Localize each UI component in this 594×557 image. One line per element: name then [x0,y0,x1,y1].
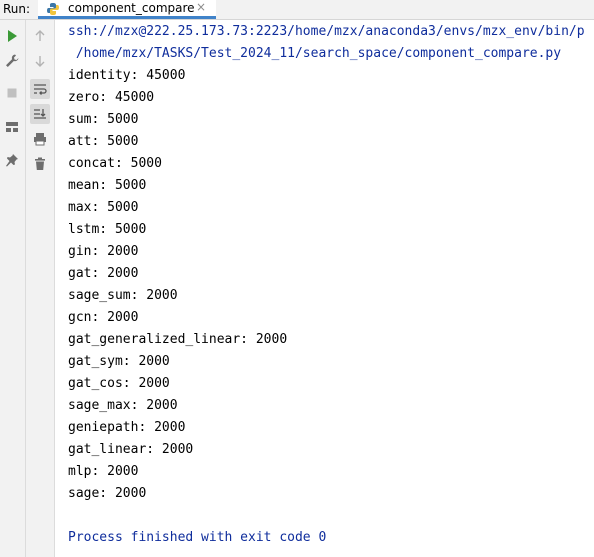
output-line: geniepath: 2000 [68,420,186,435]
up-arrow-icon[interactable] [30,26,50,46]
output-line: gat: 2000 [68,266,139,281]
run-toolbar-secondary [26,20,55,557]
output-line: max: 5000 [68,200,139,215]
close-icon[interactable]: × [196,0,206,14]
process-finished-message: Process finished with exit code 0 [68,530,327,545]
output-line: sum: 5000 [68,112,139,127]
output-line: gin: 2000 [68,244,139,259]
output-line: sage: 2000 [68,486,147,501]
command-line[interactable]: ssh://mzx@222.25.173.73:2223/home/mzx/an… [68,21,585,43]
run-tab-component-compare[interactable]: component_compare × [38,0,216,19]
output-line: gat_sym: 2000 [68,354,170,369]
output-line: zero: 45000 [68,90,155,105]
output-line: mlp: 2000 [68,464,139,479]
soft-wrap-icon[interactable] [30,79,50,99]
output-line: att: 5000 [68,134,139,149]
print-icon[interactable] [30,129,50,149]
output-line: lstm: 5000 [68,222,147,237]
run-tool-window-header: Run: component_compare × [0,0,594,20]
run-toolbar-primary [0,20,26,557]
pin-icon[interactable] [2,150,22,170]
trash-icon[interactable] [30,154,50,174]
down-arrow-icon[interactable] [30,51,50,71]
run-icon[interactable] [2,26,22,46]
wrench-icon[interactable] [2,51,22,71]
stop-icon[interactable] [2,83,22,103]
tab-title: component_compare [68,1,195,15]
output-line: concat: 5000 [68,156,162,171]
output-line: gcn: 2000 [68,310,139,325]
output-line: mean: 5000 [68,178,147,193]
layout-icon[interactable] [2,117,22,137]
command-line-continued[interactable]: /home/mzx/TASKS/Test_2024_11/search_spac… [68,43,561,65]
python-icon [46,1,60,15]
output-line: gat_cos: 2000 [68,376,170,391]
output-line: gat_generalized_linear: 2000 [68,332,288,347]
console-output[interactable]: ssh://mzx@222.25.173.73:2223/home/mzx/an… [55,20,594,557]
output-line: identity: 45000 [68,68,186,83]
output-line: sage_max: 2000 [68,398,178,413]
output-line: sage_sum: 2000 [68,288,178,303]
scroll-to-end-icon[interactable] [30,104,50,124]
output-line: gat_linear: 2000 [68,442,194,457]
run-label: Run: [3,2,31,16]
